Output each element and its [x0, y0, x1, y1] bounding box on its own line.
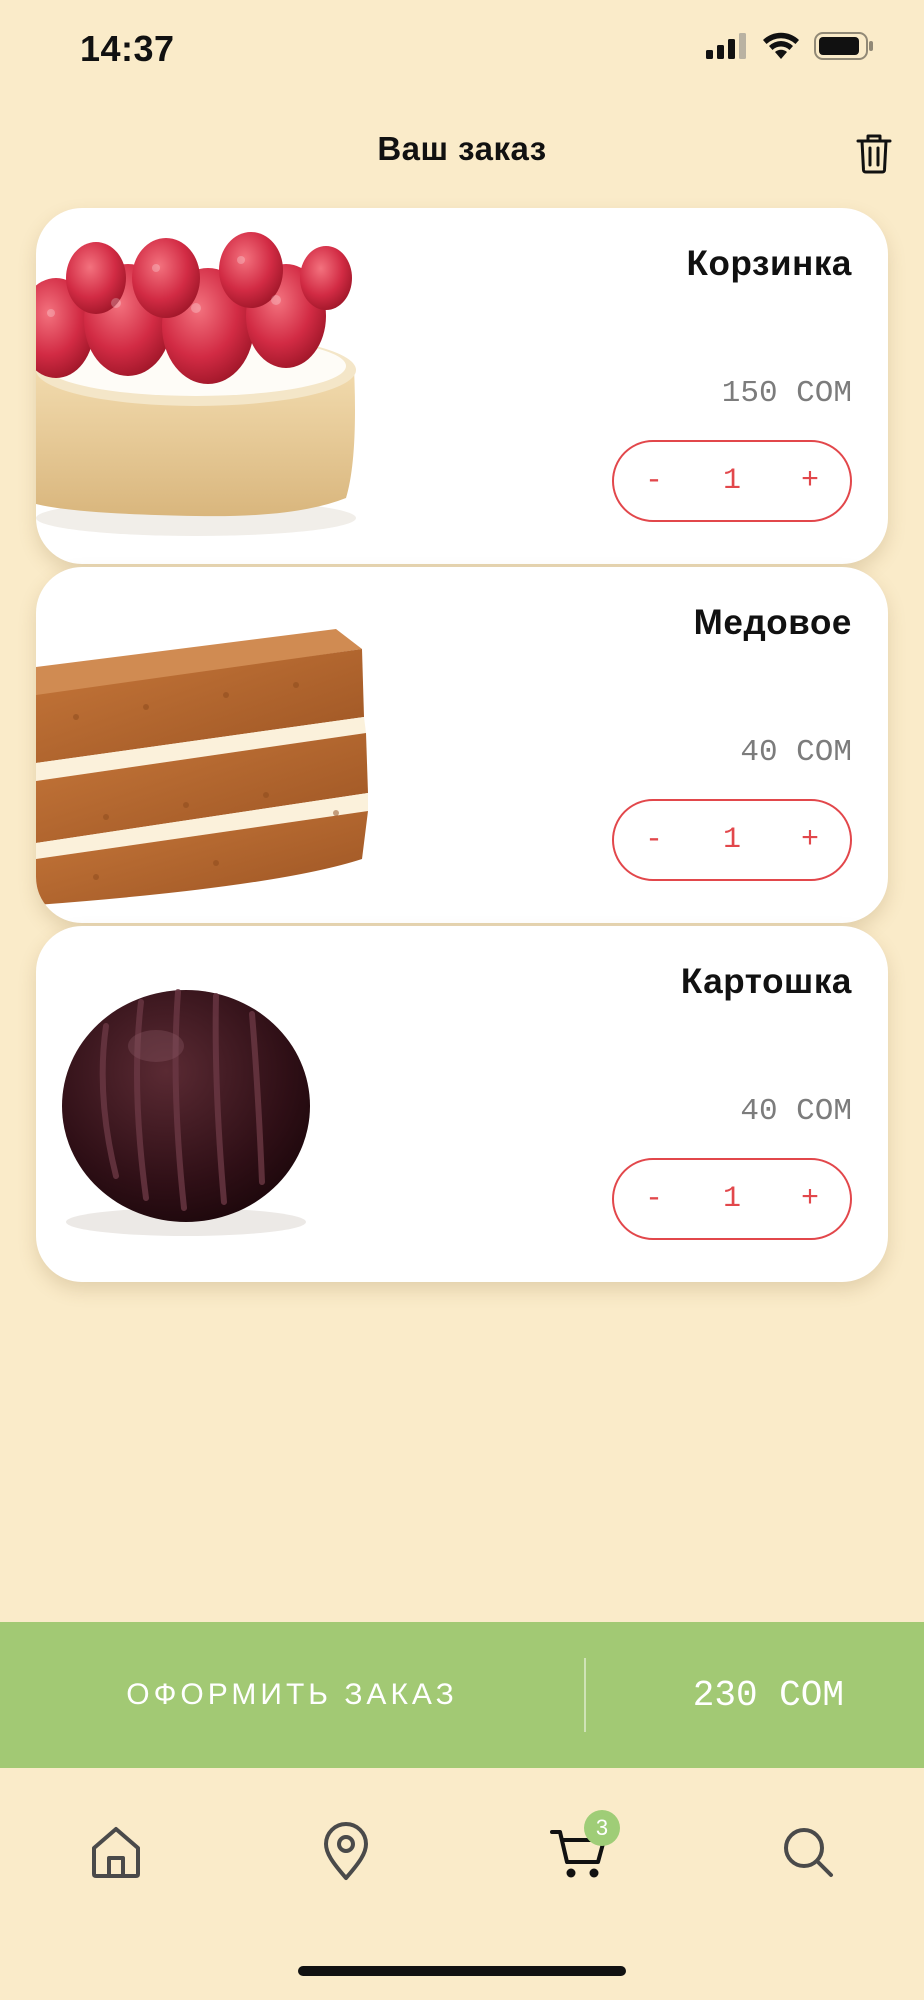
decrease-quantity-button[interactable]: - — [614, 823, 694, 857]
checkout-bar: ОФОРМИТЬ ЗАКАЗ 230 СОМ — [0, 1622, 924, 1768]
decrease-quantity-button[interactable]: - — [614, 464, 694, 498]
search-icon — [784, 1828, 833, 1877]
trash-icon — [856, 134, 892, 174]
status-icons — [706, 32, 874, 60]
order-total: 230 СОМ — [692, 1674, 844, 1716]
item-price: 40 СОМ — [740, 1094, 852, 1129]
raspberry-tart-image — [36, 232, 356, 536]
checkout-divider — [584, 1658, 586, 1732]
quantity-value: 1 — [722, 464, 741, 498]
cart-item: Корзинка 150 СОМ - 1 + — [36, 208, 888, 564]
chocolate-potato-cake-image — [62, 989, 310, 1236]
quantity-value: 1 — [722, 1182, 741, 1216]
page-title: Ваш заказ — [377, 130, 547, 167]
location-pin-icon — [324, 1822, 368, 1880]
quantity-stepper: - 1 + — [612, 799, 852, 881]
increase-quantity-button[interactable]: + — [770, 1182, 850, 1216]
battery-icon — [814, 32, 873, 60]
tab-locations[interactable] — [314, 1820, 378, 1884]
decrease-quantity-button[interactable]: - — [614, 1182, 694, 1216]
cart-count-badge: 3 — [584, 1810, 620, 1846]
clear-cart-button[interactable] — [854, 132, 894, 174]
honey-cake-image — [36, 629, 368, 905]
item-price: 150 СОМ — [721, 376, 852, 411]
checkout-button[interactable]: ОФОРМИТЬ ЗАКАЗ — [0, 1622, 584, 1768]
status-time: 14:37 — [80, 28, 175, 69]
increase-quantity-button[interactable]: + — [770, 823, 850, 857]
increase-quantity-button[interactable]: + — [770, 464, 850, 498]
tab-home[interactable] — [84, 1820, 148, 1884]
wifi-icon — [763, 32, 799, 59]
quantity-value: 1 — [722, 823, 741, 857]
cart-item-list: Корзинка 150 СОМ - 1 + Медовое 40 СОМ - … — [36, 208, 888, 1285]
home-icon — [92, 1827, 140, 1878]
quantity-stepper: - 1 + — [612, 440, 852, 522]
status-bar: 14:37 — [0, 0, 924, 100]
signal-icon — [706, 33, 746, 59]
tab-search[interactable] — [776, 1820, 840, 1884]
item-name: Корзинка — [686, 244, 852, 283]
home-indicator — [298, 1966, 626, 1976]
item-name: Картошка — [680, 962, 852, 1001]
cart-item: Медовое 40 СОМ - 1 + — [36, 567, 888, 923]
item-name: Медовое — [693, 603, 852, 642]
item-price: 40 СОМ — [740, 735, 852, 770]
quantity-stepper: - 1 + — [612, 1158, 852, 1240]
cart-item: Картошка 40 СОМ - 1 + — [36, 926, 888, 1282]
